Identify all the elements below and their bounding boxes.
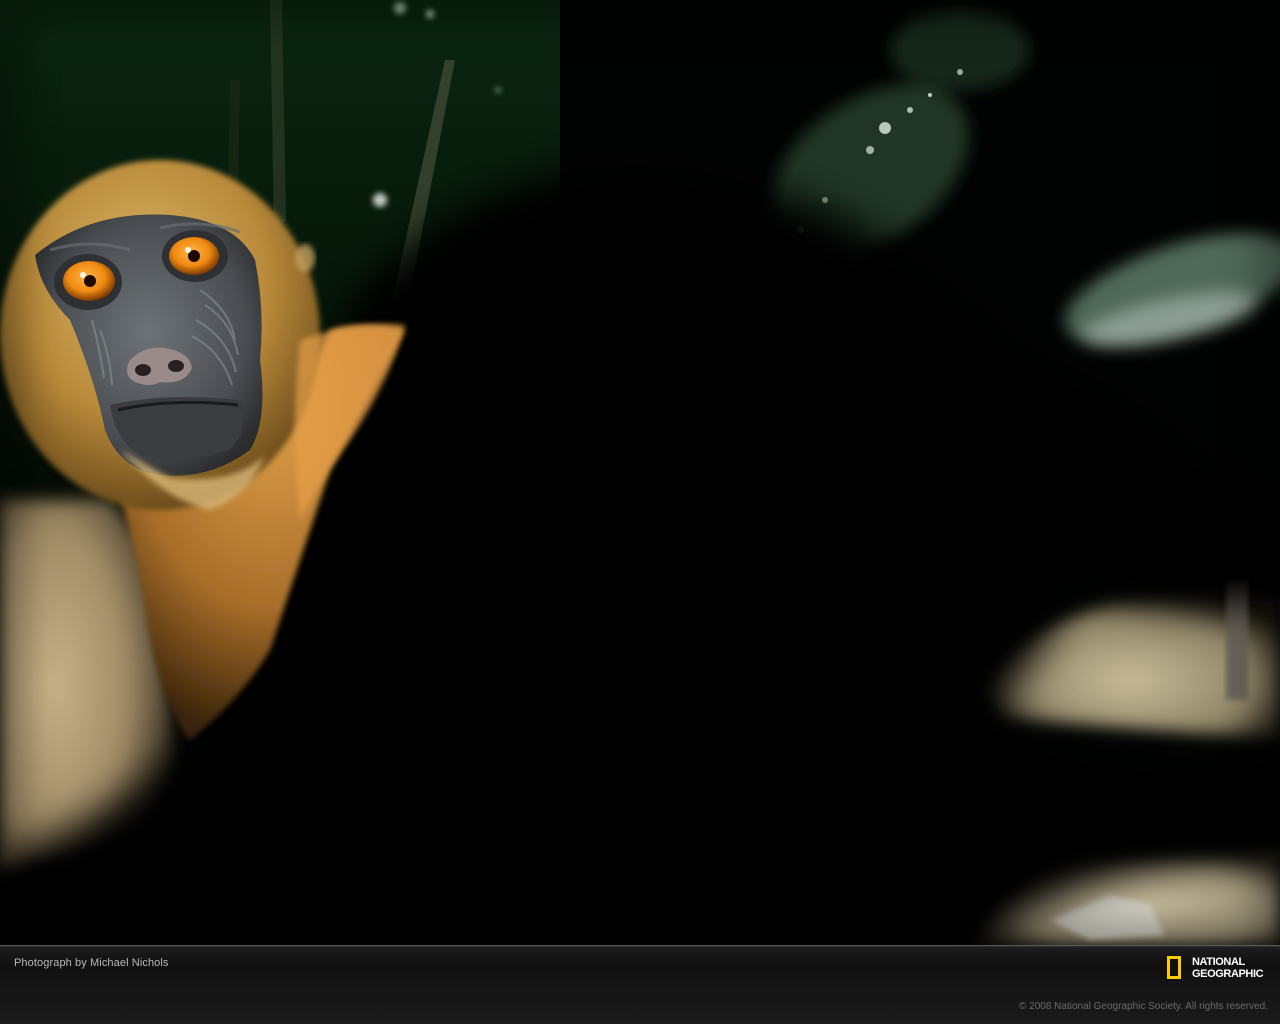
photo-credit: Photograph by Michael Nichols [14, 957, 169, 969]
caption-bar: Photograph by Michael Nichols NATIONAL G… [0, 945, 1280, 1024]
logo-wordmark: NATIONAL GEOGRAPHIC [1192, 956, 1264, 980]
logo-line-1: NATIONAL [1192, 956, 1245, 968]
logo-line-2: GEOGRAPHIC [1192, 968, 1264, 980]
national-geographic-logo[interactable]: NATIONAL GEOGRAPHIC [1167, 956, 1271, 986]
copyright-notice: © 2008 National Geographic Society. All … [1019, 1001, 1268, 1012]
photograph [0, 0, 1280, 945]
yellow-frame-icon [1167, 956, 1181, 979]
